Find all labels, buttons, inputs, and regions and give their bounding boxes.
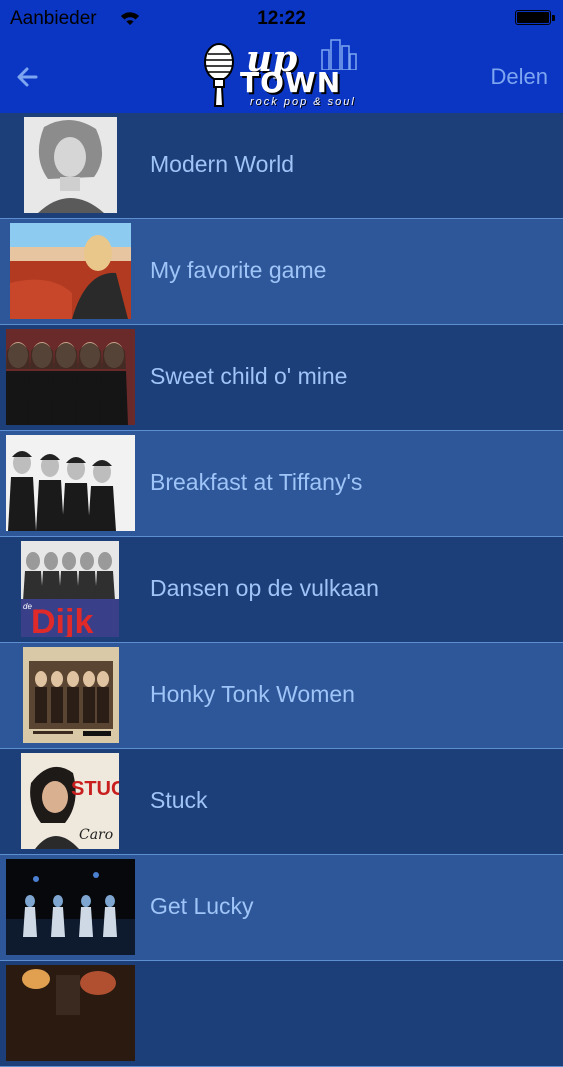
svg-text:STUCK: STUCK xyxy=(71,778,119,800)
song-title: Breakfast at Tiffany's xyxy=(150,469,363,495)
song-title: Get Lucky xyxy=(150,893,254,919)
song-row[interactable] xyxy=(0,961,563,1067)
song-title: My favorite game xyxy=(150,257,327,283)
song-title: Modern World xyxy=(150,151,295,177)
album-thumbnail xyxy=(6,859,135,955)
song-title: Dansen op de vulkaan xyxy=(150,575,379,601)
nav-bar: up TOWN rock pop & soul Delen xyxy=(0,36,563,114)
song-row[interactable]: STUCK Caro Stuck xyxy=(0,749,563,855)
album-thumbnail xyxy=(10,223,131,319)
song-title: Stuck xyxy=(150,787,208,813)
album-thumbnail xyxy=(24,117,117,213)
share-button[interactable]: Delen xyxy=(491,64,548,90)
album-thumbnail: STUCK Caro xyxy=(21,753,119,849)
logo-town-text: TOWN xyxy=(240,66,342,99)
album-thumbnail: de Dijk xyxy=(21,541,119,637)
status-time: 12:22 xyxy=(257,8,306,29)
song-row[interactable]: Breakfast at Tiffany's xyxy=(0,431,563,537)
song-row[interactable]: Get Lucky xyxy=(0,855,563,961)
song-row[interactable]: Sweet child o' mine xyxy=(0,325,563,431)
album-thumbnail xyxy=(6,435,135,531)
back-arrow-icon[interactable] xyxy=(14,62,44,92)
song-title: Sweet child o' mine xyxy=(150,363,348,389)
song-row[interactable]: de Dijk Dansen op de vulkaan xyxy=(0,537,563,643)
uptown-logo: up TOWN rock pop & soul xyxy=(200,38,362,112)
album-thumbnail xyxy=(23,647,119,743)
song-row[interactable]: Modern World xyxy=(0,113,563,219)
song-row[interactable]: Honky Tonk Women xyxy=(0,643,563,749)
song-list: Modern World My favorite game Sweet chil… xyxy=(0,113,563,1067)
svg-text:Caro: Caro xyxy=(79,827,113,843)
microphone-icon xyxy=(204,43,234,107)
album-thumbnail xyxy=(6,329,135,425)
logo-tagline: rock pop & soul xyxy=(250,96,356,108)
song-row[interactable]: My favorite game xyxy=(0,219,563,325)
song-title: Honky Tonk Women xyxy=(150,681,355,707)
battery-icon xyxy=(515,10,555,25)
status-bar: Aanbieder 12:22 xyxy=(0,0,563,36)
svg-text:Dijk: Dijk xyxy=(31,603,93,637)
album-thumbnail xyxy=(6,965,135,1061)
